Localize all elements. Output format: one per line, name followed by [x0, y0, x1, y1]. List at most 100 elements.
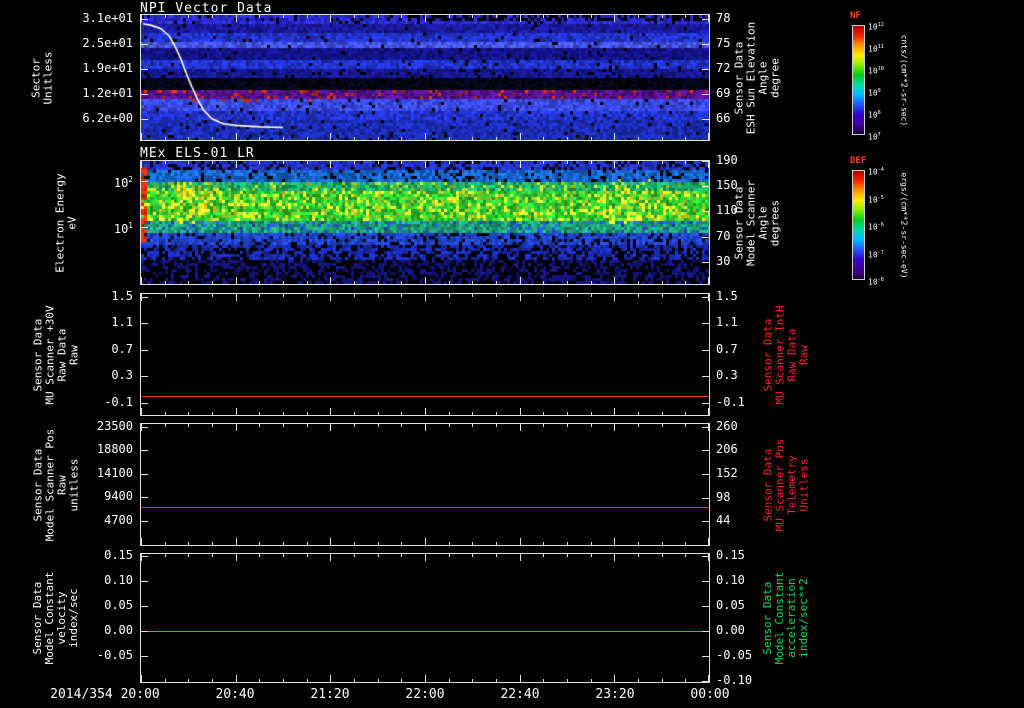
y-tick-mark [702, 69, 709, 70]
x-tick-mark [236, 15, 237, 22]
x-tick-mark [307, 412, 308, 415]
y-tick-mark [702, 323, 709, 324]
x-tick-mark [259, 679, 260, 682]
x-tick-mark [496, 137, 497, 140]
x-tick-mark [567, 424, 568, 427]
xtick-label: 20:40 [215, 687, 255, 702]
y-tick-mark [702, 350, 709, 351]
x-tick-mark [425, 277, 426, 284]
x-tick-mark [614, 294, 615, 301]
x-tick-mark [259, 161, 260, 164]
ytick-label-right: 69 [716, 86, 731, 100]
x-tick-mark [662, 424, 663, 427]
ytick-label-right: 0.7 [716, 342, 738, 356]
x-tick-mark [591, 294, 592, 297]
x-tick-mark [307, 554, 308, 557]
y-tick-mark [702, 631, 709, 632]
axis-label-left-mu-scanner-30v-line: Raw [67, 344, 80, 365]
x-tick-mark [614, 554, 615, 561]
x-tick-mark [165, 281, 166, 284]
xtick-label: 21:20 [310, 687, 350, 702]
xtick-label: 00:00 [690, 687, 730, 702]
x-tick-mark [354, 294, 355, 297]
x-tick-mark [307, 161, 308, 164]
y-tick-mark [141, 427, 148, 428]
x-tick-mark [520, 538, 521, 545]
x-tick-mark [236, 277, 237, 284]
y-tick-mark [702, 521, 709, 522]
x-tick-mark [165, 294, 166, 297]
x-tick-mark [165, 137, 166, 140]
x-tick-mark [401, 137, 402, 140]
axis-label-right-npi-vector-line: Angle [756, 60, 769, 95]
panel-els-spectrogram [140, 160, 710, 285]
x-tick-mark [520, 15, 521, 22]
panel-title-els: MEx ELS-01 LR [140, 146, 255, 161]
ytick-label-right: 66 [716, 111, 731, 125]
x-tick-mark [614, 424, 615, 431]
y-tick-mark [141, 44, 148, 45]
axis-label-right-els-spectrogram-line: Sensor Data [732, 186, 745, 259]
x-tick-mark [188, 554, 189, 557]
ytick-label-right: 0.15 [716, 548, 745, 562]
x-tick-mark [543, 161, 544, 164]
axis-label-left-model-constant-line: index/sec [67, 588, 80, 648]
x-tick-mark [496, 679, 497, 682]
x-tick-mark [662, 281, 663, 284]
axis-label-left-scanner-pos: Sensor Data Model Scanner Pos Raw unitless [31, 423, 80, 546]
ytick-label-right: -0.1 [716, 395, 745, 409]
x-tick-mark [401, 294, 402, 297]
y-tick-mark [141, 69, 148, 70]
x-tick-mark [591, 554, 592, 557]
x-tick-mark [188, 281, 189, 284]
axis-label-left-mu-scanner-30v: Sensor Data MU Scanner +30V Raw Data Raw [31, 293, 80, 416]
x-tick-mark [472, 412, 473, 415]
x-tick-mark [567, 679, 568, 682]
colorbar-tick-label: 10-4 [868, 167, 884, 177]
x-tick-mark [283, 679, 284, 682]
panel-mu-scanner-30v [140, 293, 710, 416]
y-tick-mark [141, 19, 148, 20]
x-tick-mark [567, 281, 568, 284]
x-tick-mark [472, 424, 473, 427]
x-tick-mark [638, 424, 639, 427]
x-tick-mark [638, 542, 639, 545]
x-tick-mark [449, 424, 450, 427]
x-tick-mark [591, 679, 592, 682]
x-tick-mark [330, 424, 331, 431]
x-tick-mark [141, 408, 142, 415]
y-tick-mark [702, 94, 709, 95]
x-tick-mark [662, 15, 663, 18]
x-tick-mark [401, 424, 402, 427]
x-tick-mark [188, 542, 189, 545]
colorbar-tick-label: 10-6 [868, 222, 884, 232]
y-tick-mark [141, 403, 148, 404]
x-tick-mark [708, 538, 709, 545]
x-tick-mark [662, 161, 663, 164]
x-tick-mark [543, 15, 544, 18]
colorbar-units-nf-line: cnts/(cm**2-sr-sec) [899, 34, 909, 126]
x-tick-mark [307, 15, 308, 18]
x-tick-mark [614, 538, 615, 545]
xtick-label: 23:20 [595, 687, 635, 702]
y-tick-mark [141, 227, 148, 228]
x-tick-mark [425, 15, 426, 22]
x-tick-mark [543, 554, 544, 557]
x-tick-mark [378, 137, 379, 140]
ytick-label-left: 6.2e+00 [82, 111, 133, 125]
y-tick-mark [702, 474, 709, 475]
ytick-label-right: 260 [716, 419, 738, 433]
x-tick-mark [307, 294, 308, 297]
colorbar-tick-label: 1011 [868, 44, 884, 54]
x-tick-mark [449, 137, 450, 140]
ytick-label-right: 70 [716, 229, 731, 243]
x-tick-mark [307, 424, 308, 427]
y-tick-mark [141, 376, 148, 377]
y-tick-mark [141, 450, 148, 451]
y-tick-mark [702, 427, 709, 428]
x-tick-mark [330, 675, 331, 682]
x-tick-mark [520, 554, 521, 561]
ytick-label-right: -0.05 [716, 648, 753, 662]
y-tick-mark [702, 186, 709, 187]
axis-label-left-els-spectrogram-line: eV [65, 215, 78, 230]
